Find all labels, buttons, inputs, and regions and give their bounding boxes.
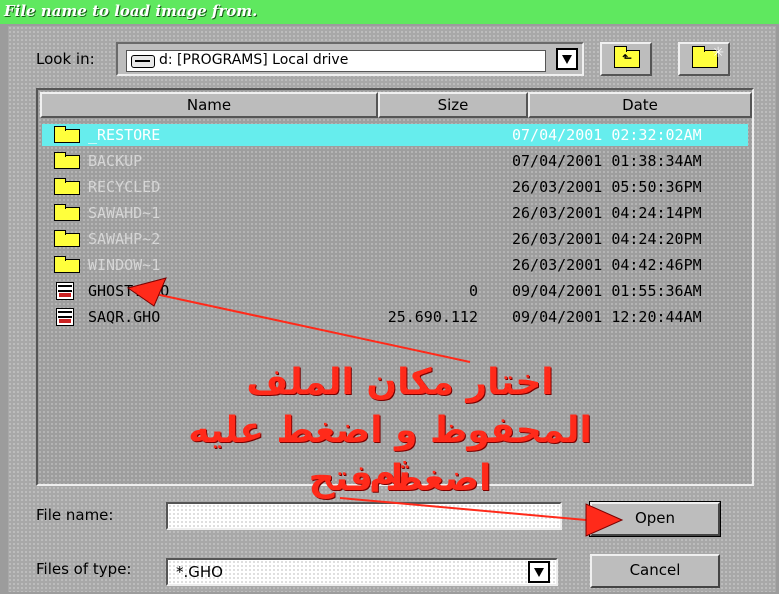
arrow-head-to-open-icon — [585, 503, 624, 537]
arrow-line-to-file — [145, 291, 471, 363]
annotation-arrows — [126, 277, 624, 537]
arrow-head-to-file-icon — [126, 277, 167, 307]
arrow-line-to-open — [339, 497, 587, 521]
